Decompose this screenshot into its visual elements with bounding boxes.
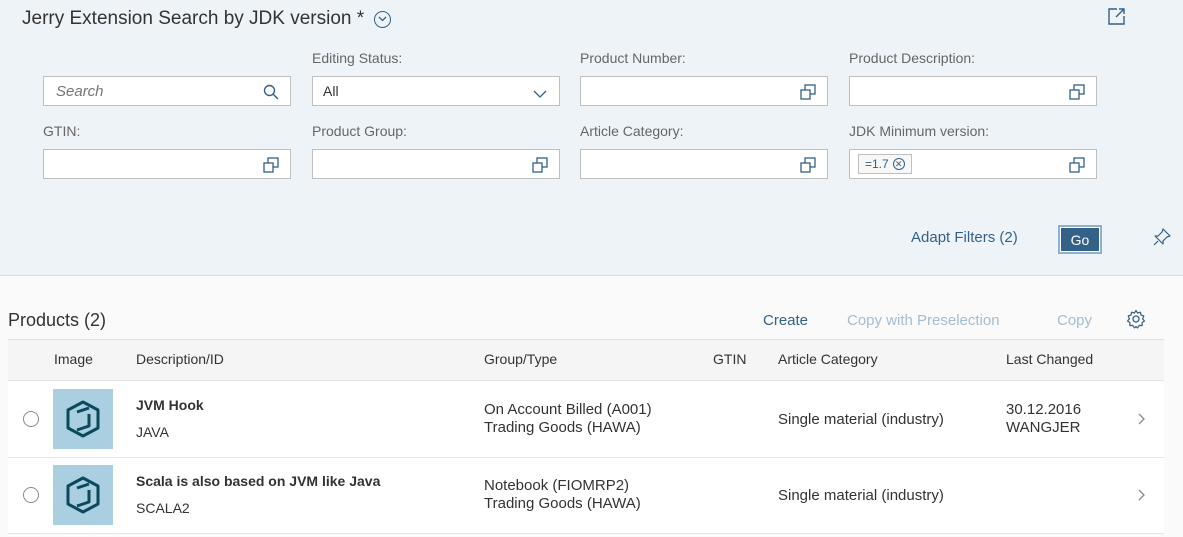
editing-status-label: Editing Status: — [312, 50, 403, 66]
product-description-input[interactable] — [849, 76, 1097, 106]
value-help-icon[interactable] — [799, 156, 817, 174]
product-cube-icon — [66, 400, 100, 438]
value-help-icon[interactable] — [531, 156, 549, 174]
product-description[interactable]: JVM Hook — [136, 397, 204, 413]
column-header-gtin: GTIN — [713, 351, 747, 367]
gtin-label: GTIN: — [43, 123, 81, 139]
jdk-min-label: JDK Minimum version: — [849, 123, 990, 139]
product-group-input[interactable] — [312, 149, 560, 179]
product-description-label: Product Description: — [849, 50, 976, 66]
filter-token[interactable]: =1.7 ✕ — [858, 154, 912, 174]
filter-bar: Jerry Extension Search by JDK version * … — [0, 0, 1183, 276]
column-header-description: Description/ID — [136, 351, 224, 367]
product-group: Notebook (FIOMRP2) — [484, 477, 630, 494]
article-category-label: Article Category: — [580, 123, 684, 139]
copy-button[interactable]: Copy — [1057, 312, 1092, 329]
product-group-label: Product Group: — [312, 123, 407, 139]
editing-status-select[interactable]: All — [312, 76, 560, 106]
search-placeholder: Search — [56, 82, 104, 100]
column-header-changed: Last Changed — [1006, 351, 1094, 367]
products-table: Image Description/ID Group/Type GTIN Art… — [8, 339, 1164, 534]
chevron-right-icon[interactable] — [1136, 411, 1148, 427]
product-type: Trading Goods (HAWA) — [484, 495, 641, 512]
product-number-input[interactable] — [580, 76, 828, 106]
share-icon[interactable] — [1106, 5, 1128, 27]
product-id: SCALA2 — [136, 500, 190, 516]
group-type-cell: Notebook (FIOMRP2) Trading Goods (HAWA) — [484, 477, 641, 513]
token-remove-icon[interactable]: ✕ — [892, 158, 905, 170]
product-number-label: Product Number: — [580, 50, 686, 66]
value-help-icon[interactable] — [799, 83, 817, 101]
product-id: JAVA — [136, 424, 169, 440]
create-button[interactable]: Create — [763, 312, 808, 329]
column-header-image: Image — [54, 351, 93, 367]
table-header: Image Description/ID Group/Type GTIN Art… — [8, 340, 1164, 381]
value-help-icon[interactable] — [1068, 83, 1086, 101]
changed-date: 30.12.2016 — [1006, 401, 1082, 418]
filter-token-text: =1.7 — [865, 157, 889, 171]
product-image — [53, 465, 113, 525]
product-cube-icon — [66, 476, 100, 514]
go-button[interactable]: Go — [1058, 225, 1102, 254]
article-category-input[interactable] — [580, 149, 828, 179]
editing-status-value: All — [323, 83, 339, 99]
chevron-down-icon[interactable] — [531, 85, 549, 103]
search-input[interactable]: Search — [43, 76, 291, 106]
search-icon[interactable] — [262, 83, 280, 101]
column-header-group: Group/Type — [484, 351, 558, 367]
article-category: Single material (industry) — [778, 411, 944, 428]
copy-with-preselection-button[interactable]: Copy with Preselection — [847, 312, 1000, 329]
variant-title[interactable]: Jerry Extension Search by JDK version * — [22, 8, 392, 30]
table-row[interactable]: JVM Hook JAVA On Account Billed (A001) T… — [8, 382, 1164, 458]
chevron-right-icon[interactable] — [1136, 487, 1148, 503]
gtin-input[interactable] — [43, 149, 291, 179]
jdk-min-input[interactable]: =1.7 ✕ — [849, 149, 1097, 179]
row-select-radio[interactable] — [23, 411, 39, 427]
adapt-filters-button[interactable]: Adapt Filters (2) — [911, 229, 1018, 246]
product-group: On Account Billed (A001) — [484, 401, 652, 418]
last-changed-cell: 30.12.2016 WANGJER — [1006, 401, 1081, 437]
page-title: Jerry Extension Search by JDK version * — [22, 8, 365, 29]
column-header-category: Article Category — [778, 351, 878, 367]
chevron-down-icon[interactable] — [374, 10, 392, 28]
pin-icon[interactable] — [1152, 227, 1172, 247]
product-description[interactable]: Scala is also based on JVM like Java — [136, 473, 380, 489]
product-type: Trading Goods (HAWA) — [484, 419, 641, 436]
table-row[interactable]: Scala is also based on JVM like Java SCA… — [8, 458, 1164, 534]
gear-icon[interactable] — [1126, 309, 1146, 329]
table-title: Products (2) — [8, 310, 107, 330]
value-help-icon[interactable] — [262, 156, 280, 174]
product-image — [53, 389, 113, 449]
group-type-cell: On Account Billed (A001) Trading Goods (… — [484, 401, 652, 437]
row-select-radio[interactable] — [23, 487, 39, 503]
value-help-icon[interactable] — [1068, 156, 1086, 174]
changed-by: WANGJER — [1006, 419, 1081, 436]
article-category: Single material (industry) — [778, 487, 944, 504]
